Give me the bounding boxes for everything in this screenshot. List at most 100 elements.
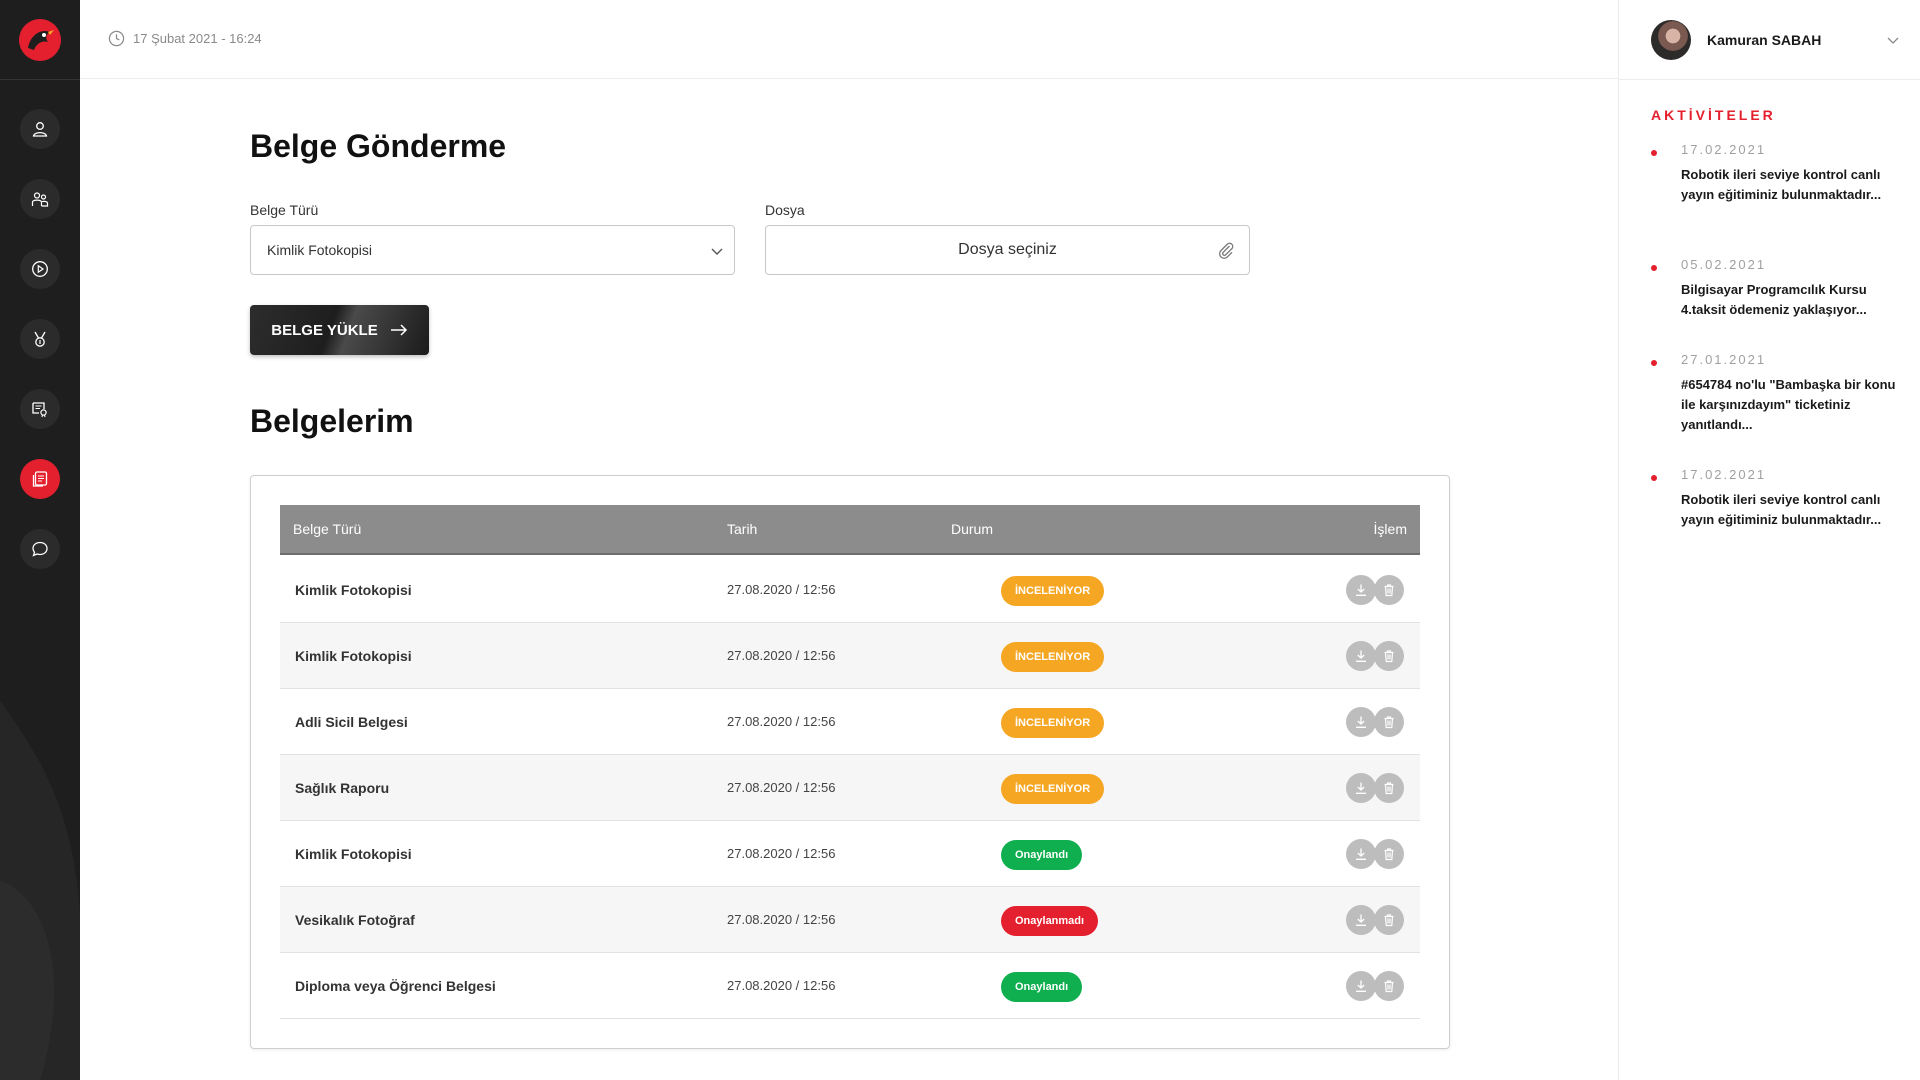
- documents-table: Belge Türü Tarih Durum İşlem Kimlik Foto…: [250, 475, 1450, 1049]
- activity-item[interactable]: 17.02.2021 Robotik ileri seviye kontrol c…: [1651, 142, 1901, 205]
- nav-item-user[interactable]: [20, 109, 60, 149]
- arrow-right-icon: [390, 324, 407, 336]
- table-row: Kimlik Fotokopisi 27.08.2020 / 12:56 İNCEL…: [280, 557, 1420, 623]
- download-button[interactable]: [1346, 641, 1376, 671]
- clock-icon: [108, 30, 125, 47]
- delete-button[interactable]: [1374, 575, 1404, 605]
- document-type-cell: Vesikalık Fotoğraf: [295, 912, 415, 928]
- activity-item[interactable]: 27.01.2021 #654784 no'lu "Bambaşka bir ko…: [1651, 352, 1901, 435]
- document-type-label: Belge Türü: [250, 202, 319, 218]
- current-datetime: 17 Şubat 2021 - 16:24: [108, 30, 262, 47]
- document-type-cell: Kimlik Fotokopisi: [295, 648, 412, 664]
- trash-icon: [1384, 980, 1394, 993]
- nav-item-document[interactable]: [20, 459, 60, 499]
- document-type-cell: Diploma veya Öğrenci Belgesi: [295, 978, 496, 994]
- document-type-cell: Adli Sicil Belgesi: [295, 714, 408, 730]
- activity-dot: [1651, 265, 1657, 271]
- play-icon: [32, 261, 48, 277]
- activities-title: AKTİVİTELER: [1651, 107, 1776, 123]
- download-icon: [1356, 782, 1366, 794]
- status-badge: İNCELENİYOR: [1001, 708, 1105, 738]
- activity-text: Robotik ileri seviye kontrol canlı yayın…: [1681, 492, 1882, 527]
- status-badge: İNCELENİYOR: [1001, 642, 1105, 672]
- download-icon: [1356, 914, 1366, 926]
- table-row: Vesikalık Fotoğraf 27.08.2020 / 12:56 Onay…: [280, 887, 1420, 953]
- nav-item-certificate[interactable]: [20, 389, 60, 429]
- document-type-cell: Kimlik Fotokopisi: [295, 846, 412, 862]
- nav-item-group[interactable]: [20, 179, 60, 219]
- certificate-icon: [32, 402, 47, 418]
- delete-button[interactable]: [1374, 971, 1404, 1001]
- top-bar: 17 Şubat 2021 - 16:24: [80, 0, 1618, 79]
- group-icon: [31, 192, 49, 207]
- file-picker[interactable]: Dosya seçiniz: [765, 225, 1250, 275]
- activity-item[interactable]: 05.02.2021 Bilgisayar Programcılık Kursu …: [1651, 257, 1901, 320]
- activity-text: Bilgisayar Programcılık Kursu 4.taksit ö…: [1681, 282, 1867, 317]
- upload-title: Belge Gönderme: [250, 128, 507, 164]
- activity-dot: [1651, 475, 1657, 481]
- document-date-cell: 27.08.2020 / 12:56: [727, 912, 836, 927]
- document-date-cell: 27.08.2020 / 12:56: [727, 978, 836, 993]
- table-row: Adli Sicil Belgesi 27.08.2020 / 12:56 İNCE…: [280, 689, 1420, 755]
- activity-date: 05.02.2021: [1681, 257, 1767, 272]
- document-type-cell: Kimlik Fotokopisi: [295, 582, 412, 598]
- document-date-cell: 27.08.2020 / 12:56: [727, 582, 836, 597]
- panel-divider: [1619, 79, 1920, 80]
- nav-item-play[interactable]: [20, 249, 60, 289]
- download-button[interactable]: [1346, 707, 1376, 737]
- activity-date: 17.02.2021: [1681, 467, 1767, 482]
- table-header: Belge Türü Tarih Durum İşlem: [280, 505, 1420, 555]
- nav-item-medal[interactable]: [20, 319, 60, 359]
- column-header-action: İşlem: [1373, 521, 1407, 537]
- upload-document-button[interactable]: BELGE YÜKLE: [250, 305, 429, 355]
- document-icon: [32, 471, 48, 487]
- file-placeholder: Dosya seçiniz: [958, 241, 1057, 258]
- download-button[interactable]: [1346, 905, 1376, 935]
- activity-text: Robotik ileri seviye kontrol canlı yayın…: [1681, 167, 1882, 202]
- activity-item[interactable]: 17.02.2021 Robotik ileri seviye kontrol c…: [1651, 467, 1901, 530]
- download-button[interactable]: [1346, 971, 1376, 1001]
- download-icon: [1356, 716, 1366, 728]
- file-label: Dosya: [765, 202, 805, 218]
- download-button[interactable]: [1346, 839, 1376, 869]
- delete-button[interactable]: [1374, 707, 1404, 737]
- trash-icon: [1384, 716, 1394, 729]
- document-date-cell: 27.08.2020 / 12:56: [727, 648, 836, 663]
- delete-button[interactable]: [1374, 773, 1404, 803]
- user-menu[interactable]: Kamuran SABAH: [1651, 20, 1899, 60]
- upload-button-label: BELGE YÜKLE: [271, 321, 378, 339]
- column-header-date: Tarih: [727, 521, 758, 537]
- document-date-cell: 27.08.2020 / 12:56: [727, 780, 836, 795]
- delete-button[interactable]: [1374, 839, 1404, 869]
- status-badge: Onaylandı: [1001, 840, 1083, 870]
- download-icon: [1356, 584, 1366, 596]
- status-badge: Onaylanmadı: [1001, 906, 1099, 936]
- app-logo[interactable]: [18, 18, 62, 62]
- chevron-down-icon: [711, 248, 723, 255]
- document-type-value: Kimlik Fotokopisi: [267, 242, 373, 258]
- user-name: Kamuran SABAH: [1707, 32, 1822, 48]
- table-row: Kimlik Fotokopisi 27.08.2020 / 12:56 İNCEL…: [280, 623, 1420, 689]
- document-date-cell: 27.08.2020 / 12:56: [727, 714, 836, 729]
- trash-icon: [1384, 848, 1394, 861]
- download-button[interactable]: [1346, 773, 1376, 803]
- status-badge: İNCELENİYOR: [1001, 774, 1105, 804]
- document-type-select[interactable]: Kimlik Fotokopisi: [250, 225, 735, 275]
- table-row: Sağlık Raporu 27.08.2020 / 12:56 İNCELENİY…: [280, 755, 1420, 821]
- trash-icon: [1384, 650, 1394, 663]
- trash-icon: [1384, 782, 1394, 795]
- documents-title: Belgelerim: [250, 403, 414, 439]
- paperclip-icon: [1219, 242, 1234, 259]
- activity-date: 17.02.2021: [1681, 142, 1767, 157]
- activity-date: 27.01.2021: [1681, 352, 1767, 367]
- delete-button[interactable]: [1374, 905, 1404, 935]
- nav-item-chat[interactable]: [20, 529, 60, 569]
- column-header-type: Belge Türü: [293, 521, 362, 537]
- delete-button[interactable]: [1374, 641, 1404, 671]
- activity-dot: [1651, 360, 1657, 366]
- trash-icon: [1384, 914, 1394, 927]
- datetime-text: 17 Şubat 2021 - 16:24: [133, 31, 262, 46]
- document-date-cell: 27.08.2020 / 12:56: [727, 846, 836, 861]
- download-button[interactable]: [1346, 575, 1376, 605]
- avatar: [1651, 20, 1691, 60]
